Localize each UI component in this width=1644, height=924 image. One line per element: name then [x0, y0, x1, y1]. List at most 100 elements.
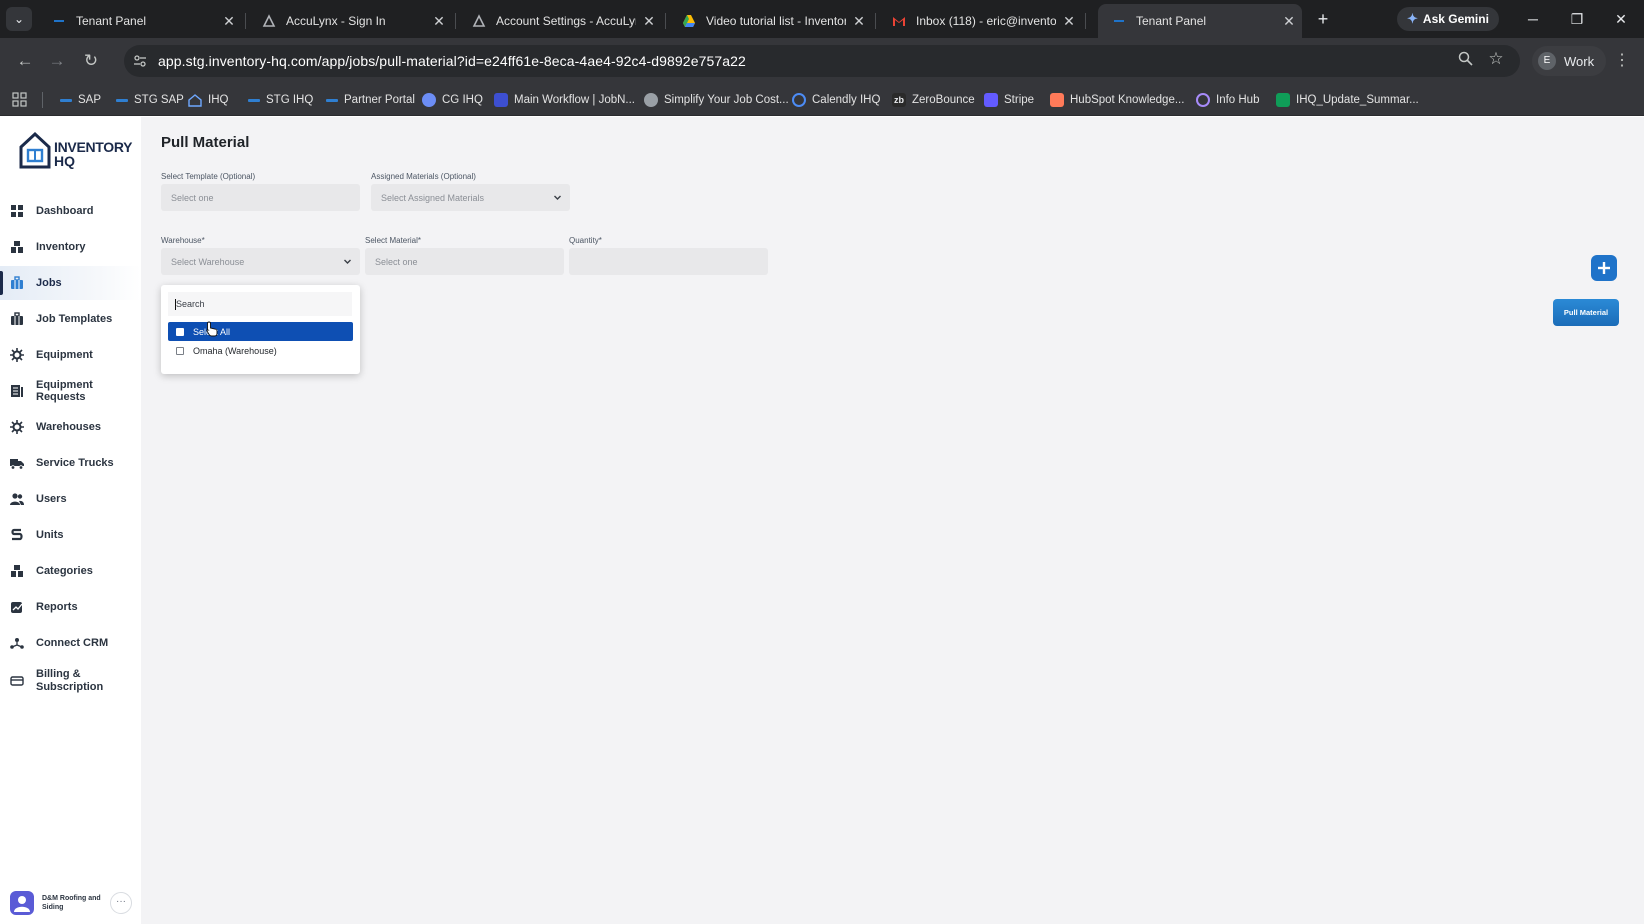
bookmark-hubspot[interactable]: HubSpot Knowledge... — [1050, 84, 1184, 116]
bookmark-stripe[interactable]: Stripe — [984, 84, 1034, 116]
sidebar-item-categories[interactable]: Categories — [0, 554, 141, 588]
close-tab-icon[interactable]: ✕ — [426, 13, 452, 30]
bookmark-calendly-ihq[interactable]: Calendly IHQ — [792, 84, 880, 116]
back-arrow-icon[interactable]: ← — [14, 50, 36, 72]
close-tab-icon[interactable]: ✕ — [1056, 13, 1082, 30]
ask-gemini-button[interactable]: ✦ Ask Gemini — [1397, 7, 1499, 31]
template-select[interactable]: Select one — [161, 184, 360, 211]
tab-acculynx-sign-in[interactable]: AccuLynx - Sign In ✕ — [248, 4, 456, 38]
address-bar[interactable]: app.stg.inventory-hq.com/app/jobs/pull-m… — [124, 45, 1520, 77]
omaha-checkbox[interactable] — [176, 346, 184, 355]
new-tab-button[interactable]: + — [1312, 8, 1334, 30]
sidebar-item-job-templates[interactable]: Job Templates — [0, 302, 141, 336]
page-title: Pull Material — [161, 134, 250, 151]
browser-tab-strip: ⌄ Tenant Panel ✕ AccuLynx - Sign In ✕ Ac… — [0, 0, 1644, 38]
tab-video-tutorial-list[interactable]: Video tutorial list - InventoryH ✕ — [668, 4, 876, 38]
tab-acculynx-account-settings[interactable]: Account Settings - AccuLynx ✕ — [458, 4, 666, 38]
bookmark-main-workflow[interactable]: Main Workflow | JobN... — [494, 84, 635, 116]
equipment-requests-icon — [11, 385, 23, 397]
bookmark-sap[interactable]: SAP — [60, 84, 101, 116]
sidebar-item-warehouses[interactable]: Warehouses — [0, 410, 141, 444]
sidebar-item-equipment-requests[interactable]: Equipment Requests — [0, 374, 141, 408]
tenant-more-button[interactable]: ··· — [110, 892, 132, 914]
warehouse-select[interactable]: Select Warehouse — [161, 248, 360, 275]
sidebar-item-dashboard[interactable]: Dashboard — [0, 194, 141, 228]
bookmark-cg-ihq[interactable]: CG IHQ — [422, 84, 483, 116]
bookmark-ihq-update-summary[interactable]: IHQ_Update_Summar... — [1276, 84, 1419, 116]
close-tab-icon[interactable]: ✕ — [846, 13, 872, 30]
logo-text-line2: HQ — [54, 153, 75, 169]
apps-grid-icon[interactable] — [12, 92, 28, 108]
crm-icon — [10, 638, 24, 649]
sidebar: INVENTORY HQ Dashboard Inventory Jobs Jo… — [0, 117, 141, 924]
units-icon — [11, 528, 23, 541]
forward-arrow-icon[interactable]: → — [46, 50, 68, 72]
material-select[interactable]: Select one — [365, 248, 564, 275]
close-tab-icon[interactable]: ✕ — [216, 13, 242, 30]
close-window-icon[interactable]: ✕ — [1606, 7, 1636, 31]
tab-search-button[interactable]: ⌄ — [6, 7, 32, 31]
sidebar-item-reports[interactable]: Reports — [0, 590, 141, 624]
bookmark-star-icon[interactable]: ☆ — [1486, 49, 1506, 69]
profile-avatar: E — [1538, 52, 1556, 70]
profile-button[interactable]: E Work — [1532, 46, 1607, 76]
option-label: Omaha (Warehouse) — [193, 345, 277, 356]
tab-tenant-panel-active[interactable]: Tenant Panel ✕ — [1098, 4, 1302, 38]
bookmark-simplify-job-cost[interactable]: Simplify Your Job Cost... — [644, 84, 789, 116]
sidebar-item-label: Job Templates — [36, 313, 113, 325]
option-omaha-warehouse[interactable]: Omaha (Warehouse) — [168, 341, 353, 360]
tab-tenant-panel-1[interactable]: Tenant Panel ✕ — [38, 4, 246, 38]
tab-gmail-inbox[interactable]: Inbox (118) - eric@inventory-h ✕ — [878, 4, 1086, 38]
plus-icon — [1598, 262, 1610, 274]
restore-icon[interactable]: ❐ — [1562, 7, 1592, 31]
quantity-input[interactable] — [569, 248, 768, 275]
select-all-checkbox[interactable] — [176, 327, 184, 336]
gemini-sparkle-icon: ✦ — [1407, 11, 1418, 26]
bookmark-label: IHQ_Update_Summar... — [1296, 94, 1419, 106]
assigned-materials-select[interactable]: Select Assigned Materials — [371, 184, 570, 211]
sidebar-item-connect-crm[interactable]: Connect CRM — [0, 626, 141, 660]
sidebar-item-equipment[interactable]: Equipment — [0, 338, 141, 372]
sidebar-item-jobs[interactable]: Jobs — [0, 266, 141, 300]
globe-icon — [644, 93, 658, 107]
sidebar-item-units[interactable]: Units — [0, 518, 141, 552]
warehouse-dropdown-menu: Search Select All Omaha (Warehouse) — [161, 285, 360, 374]
bookmark-stg-ihq[interactable]: STG IHQ — [248, 84, 313, 116]
truck-icon — [10, 459, 24, 470]
add-row-button[interactable] — [1591, 255, 1617, 281]
tenant-switcher[interactable]: D&M Roofing and Siding ··· — [10, 888, 136, 918]
bookmark-partner-portal[interactable]: Partner Portal — [326, 84, 415, 116]
house-icon — [188, 93, 202, 107]
zoom-icon[interactable] — [1455, 51, 1475, 70]
reload-icon[interactable]: ↻ — [80, 50, 102, 72]
bookmark-stg-sap[interactable]: STG SAP — [116, 84, 184, 116]
jobs-icon — [11, 276, 23, 289]
bookmark-zerobounce[interactable]: zb ZeroBounce — [892, 84, 975, 116]
tab-title: Video tutorial list - InventoryH — [706, 14, 846, 28]
option-select-all[interactable]: Select All — [168, 322, 353, 341]
sidebar-item-label: Users — [36, 493, 67, 505]
sidebar-item-service-trucks[interactable]: Service Trucks — [0, 446, 141, 480]
acculynx-icon — [262, 14, 276, 28]
sidebar-item-inventory[interactable]: Inventory — [0, 230, 141, 264]
ihq-dash-icon — [52, 14, 66, 28]
minimize-icon[interactable]: ─ — [1518, 7, 1548, 31]
warehouse-search-input[interactable]: Search — [168, 292, 352, 316]
assigned-materials-placeholder: Select Assigned Materials — [381, 192, 485, 203]
tenant-avatar — [10, 891, 34, 915]
sidebar-item-billing-subscription[interactable]: Billing & Subscription — [0, 662, 141, 700]
pull-material-button[interactable]: Pull Material — [1553, 299, 1619, 326]
sidebar-item-users[interactable]: Users — [0, 482, 141, 516]
browser-menu-icon[interactable]: ⋮ — [1614, 50, 1630, 70]
bookmark-label: Simplify Your Job Cost... — [664, 94, 789, 106]
quantity-label: Quantity* — [569, 236, 602, 245]
bookmark-info-hub[interactable]: Info Hub — [1196, 84, 1259, 116]
close-tab-icon[interactable]: ✕ — [636, 13, 662, 30]
site-info-icon[interactable] — [132, 53, 148, 69]
sidebar-item-label: Connect CRM — [36, 637, 109, 649]
close-tab-icon[interactable]: ✕ — [1276, 13, 1302, 30]
dash-icon — [326, 98, 338, 102]
bookmark-ihq[interactable]: IHQ — [188, 84, 228, 116]
inventory-hq-logo[interactable]: INVENTORY HQ — [18, 131, 138, 171]
search-placeholder: Search — [176, 299, 205, 309]
